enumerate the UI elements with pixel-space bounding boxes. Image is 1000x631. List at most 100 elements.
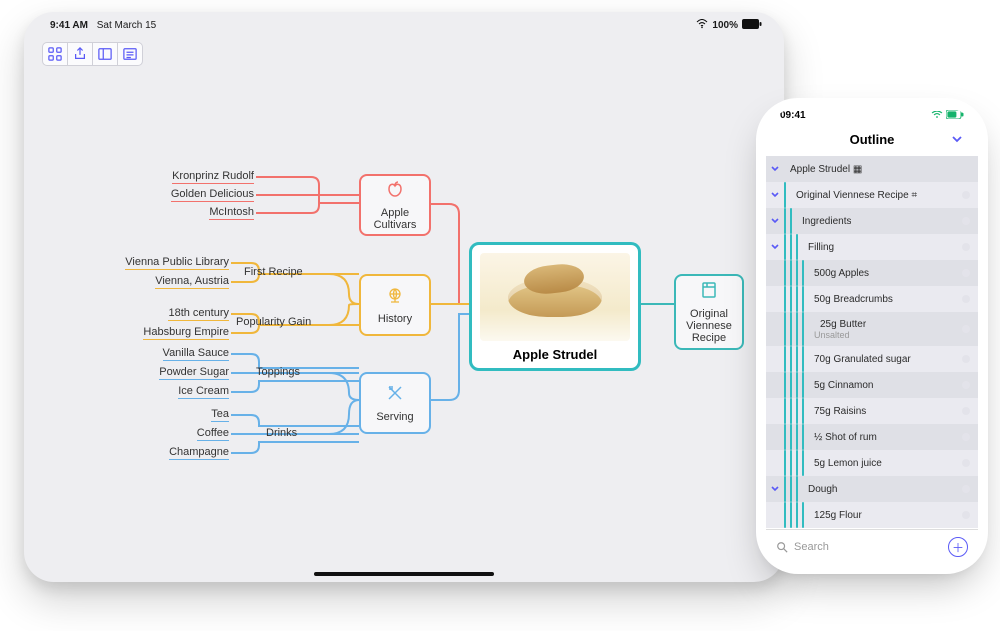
ipad-home-indicator <box>314 572 494 576</box>
row-accessory-dot[interactable] <box>962 243 970 251</box>
outline-row-text: 5g Lemon juice <box>814 458 882 469</box>
node-apple-cultivars[interactable]: AppleCultivars <box>359 174 431 236</box>
outline-row[interactable]: 75g Raisins <box>766 398 978 424</box>
wifi-icon <box>931 111 943 119</box>
chevron-down-icon[interactable] <box>766 164 784 174</box>
leaf-mcintosh[interactable]: McIntosh <box>209 206 254 220</box>
leaf-vpl[interactable]: Vienna Public Library <box>125 256 229 270</box>
battery-pct: 100% <box>712 20 738 31</box>
node-original-recipe[interactable]: OriginalVienneseRecipe <box>674 274 744 350</box>
row-accessory-dot[interactable] <box>962 191 970 199</box>
sublabel-popularity: Popularity Gain <box>236 316 311 328</box>
share-button[interactable] <box>68 43 93 65</box>
node-history[interactable]: History <box>359 274 431 336</box>
ipad-toolbar <box>42 42 143 66</box>
fork-knife-icon <box>385 383 405 408</box>
node-original-recipe-label: OriginalVienneseRecipe <box>686 308 732 344</box>
row-accessory-dot[interactable] <box>962 217 970 225</box>
center-image <box>480 253 630 341</box>
row-accessory-dot[interactable] <box>962 355 970 363</box>
row-accessory-dot[interactable] <box>962 433 970 441</box>
search-placeholder: Search <box>794 541 829 553</box>
leaf-golden[interactable]: Golden Delicious <box>171 188 254 202</box>
row-accessory-dot[interactable] <box>962 325 970 333</box>
chevron-down-icon[interactable] <box>766 242 784 252</box>
add-button[interactable]: ＋ <box>948 537 968 557</box>
search-bar[interactable]: Search ＋ <box>766 529 978 564</box>
ipad-status-bar: 9:41 AM Sat March 15 100% <box>24 12 784 38</box>
outline-row[interactable]: Filling <box>766 234 978 260</box>
outline-row[interactable]: 5g Cinnamon <box>766 372 978 398</box>
mindmap-canvas[interactable]: Kronprinz Rudolf Golden Delicious McInto… <box>34 82 774 562</box>
leaf-vienna[interactable]: Vienna, Austria <box>155 275 229 289</box>
leaf-tea[interactable]: Tea <box>211 408 229 422</box>
outline-row[interactable]: Original Viennese Recipe ⌗ <box>766 182 978 208</box>
outline-row-text: 500g Apples <box>814 268 869 279</box>
outline-row[interactable]: Dough <box>766 476 978 502</box>
outline-button[interactable] <box>118 43 142 65</box>
leaf-kronprinz[interactable]: Kronprinz Rudolf <box>172 170 254 184</box>
iphone-status-right <box>931 110 964 122</box>
outline-row-text: Filling <box>808 242 834 253</box>
row-accessory-dot[interactable] <box>962 269 970 277</box>
battery-icon <box>742 19 762 32</box>
leaf-vanilla[interactable]: Vanilla Sauce <box>163 347 229 361</box>
outline-row[interactable]: Apple Strudel ▦ <box>766 156 978 182</box>
row-accessory-dot[interactable] <box>962 381 970 389</box>
outline-row-text: 25g Butter <box>820 319 866 330</box>
outline-row-text: 70g Granulated sugar <box>814 354 911 365</box>
outline-row-text: Apple Strudel ▦ <box>790 164 862 175</box>
outline-title: Outline <box>766 132 978 147</box>
row-accessory-dot[interactable] <box>962 407 970 415</box>
search-icon <box>776 541 788 553</box>
outline-row[interactable]: ½ Shot of rum <box>766 424 978 450</box>
battery-icon <box>946 110 964 119</box>
outline-row-text: 75g Raisins <box>814 406 866 417</box>
wifi-icon <box>696 19 708 32</box>
node-apple-cultivars-label: AppleCultivars <box>374 207 417 231</box>
outline-row[interactable]: 70g Granulated sugar <box>766 346 978 372</box>
outline-row[interactable]: 125g Flour <box>766 502 978 528</box>
globe-icon <box>385 285 405 310</box>
outline-row-text: Dough <box>808 484 837 495</box>
grid-button[interactable] <box>43 43 68 65</box>
leaf-champagne[interactable]: Champagne <box>169 446 229 460</box>
iphone-device-frame: 09:41 Outline Apple Strudel ▦ Original Vi… <box>766 108 978 564</box>
outline-row-text: 5g Cinnamon <box>814 380 873 391</box>
node-history-label: History <box>378 313 412 325</box>
leaf-habsburg[interactable]: Habsburg Empire <box>143 326 229 340</box>
center-node[interactable]: Apple Strudel <box>469 242 641 371</box>
outline-row-text: 50g Breadcrumbs <box>814 294 893 305</box>
outline-row[interactable]: 5g Lemon juice <box>766 450 978 476</box>
outline-list[interactable]: Apple Strudel ▦ Original Viennese Recipe … <box>766 156 978 528</box>
leaf-powder[interactable]: Powder Sugar <box>159 366 229 380</box>
outline-row-text: 125g Flour <box>814 510 862 521</box>
outline-row[interactable]: 500g Apples <box>766 260 978 286</box>
outline-collapse-button[interactable] <box>950 132 964 151</box>
sidebar-button[interactable] <box>93 43 118 65</box>
leaf-18thc[interactable]: 18th century <box>168 307 229 321</box>
sublabel-first-recipe: First Recipe <box>244 266 303 278</box>
node-serving[interactable]: Serving <box>359 372 431 434</box>
row-accessory-dot[interactable] <box>962 295 970 303</box>
outline-row[interactable]: 50g Breadcrumbs <box>766 286 978 312</box>
outline-row[interactable]: 25g ButterUnsalted <box>766 312 978 346</box>
row-accessory-dot[interactable] <box>962 511 970 519</box>
row-accessory-dot[interactable] <box>962 485 970 493</box>
center-title: Apple Strudel <box>513 347 598 362</box>
sublabel-toppings: Toppings <box>256 366 300 378</box>
ipad-date: Sat March 15 <box>97 20 156 31</box>
chevron-down-icon[interactable] <box>766 216 784 226</box>
iphone-time: 09:41 <box>780 110 806 122</box>
outline-row[interactable]: Ingredients <box>766 208 978 234</box>
chevron-down-icon[interactable] <box>766 190 784 200</box>
leaf-icecream[interactable]: Ice Cream <box>178 385 229 399</box>
leaf-coffee[interactable]: Coffee <box>197 427 229 441</box>
iphone-notch <box>827 108 917 126</box>
chevron-down-icon[interactable] <box>766 484 784 494</box>
apple-icon <box>385 179 405 204</box>
ipad-time: 9:41 AM <box>50 20 88 31</box>
node-serving-label: Serving <box>376 411 413 423</box>
sublabel-drinks: Drinks <box>266 427 297 439</box>
row-accessory-dot[interactable] <box>962 459 970 467</box>
